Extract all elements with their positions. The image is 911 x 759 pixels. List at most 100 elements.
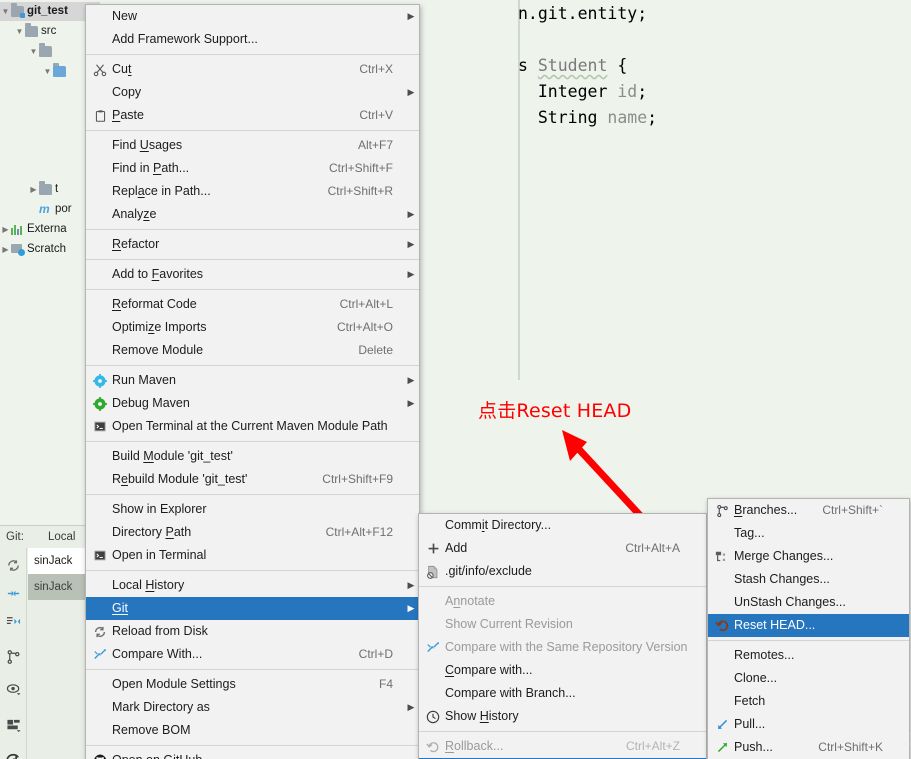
- menu-separator: [86, 365, 419, 366]
- chevron-down-icon[interactable]: ▼: [28, 42, 39, 61]
- menu-item-show-in-explorer[interactable]: Show in Explorer: [86, 498, 419, 521]
- menu-item-tag[interactable]: Tag...: [708, 522, 909, 545]
- tree-item-t[interactable]: ▶ t: [0, 180, 58, 199]
- menu-item-replace-in-path[interactable]: Replace in Path... Ctrl+Shift+R: [86, 180, 419, 203]
- menu-separator: [708, 640, 909, 641]
- plus-icon: [423, 542, 443, 555]
- tree-item-item[interactable]: ▼: [0, 62, 69, 81]
- menu-item-analyze[interactable]: Analyze ▶: [86, 203, 419, 226]
- menu-item-remove-bom[interactable]: Remove BOM: [86, 719, 419, 742]
- repository-submenu[interactable]: Branches... Ctrl+Shift+` Tag... Merge Chang…: [707, 498, 910, 759]
- tree-item-item[interactable]: ▼: [0, 42, 55, 61]
- menu-item-directory-path[interactable]: Directory Path Ctrl+Alt+F12: [86, 521, 419, 544]
- menu-separator: [86, 441, 419, 442]
- menu-separator: [86, 54, 419, 55]
- tree-item-src[interactable]: ▼ src: [0, 22, 56, 41]
- menu-item-reload-from-disk[interactable]: Reload from Disk: [86, 620, 419, 643]
- menu-item-label: Compare with...: [445, 663, 533, 677]
- eye-icon[interactable]: [0, 676, 27, 702]
- git-submenu[interactable]: Commit Directory... Add Ctrl+Alt+A .git/inf…: [418, 513, 707, 759]
- github-icon: [90, 754, 110, 759]
- tree-item-por[interactable]: m por: [0, 200, 72, 219]
- menu-item-merge-changes[interactable]: Merge Changes...: [708, 545, 909, 568]
- collapse-icon[interactable]: [0, 580, 27, 606]
- menu-item-commit-directory[interactable]: Commit Directory...: [419, 514, 706, 537]
- menu-item-reset-head[interactable]: Reset HEAD...: [708, 614, 909, 637]
- menu-item-label: Reset HEAD...: [734, 618, 816, 632]
- tree-item-scratch[interactable]: ▶ Scratch: [0, 240, 66, 259]
- menu-item-remove-module[interactable]: Remove Module Delete: [86, 339, 419, 362]
- menu-item-remotes[interactable]: Remotes...: [708, 644, 909, 667]
- menu-item-pull[interactable]: Pull...: [708, 713, 909, 736]
- submenu-arrow-icon: ▶: [407, 375, 415, 385]
- menu-item-refactor[interactable]: Refactor ▶: [86, 233, 419, 256]
- menu-item-shortcut: Ctrl+Alt+A: [625, 541, 680, 555]
- menu-item-find-usages[interactable]: Find Usages Alt+F7: [86, 134, 419, 157]
- menu-item-label: Merge Changes...: [734, 549, 834, 563]
- chevron-right-icon[interactable]: ▶: [0, 220, 11, 239]
- menu-item-git[interactable]: Git ▶: [86, 597, 419, 620]
- expand-all-icon[interactable]: [0, 608, 27, 634]
- maven-debug-icon: [90, 396, 110, 411]
- menu-item-open-in-terminal[interactable]: Open in Terminal: [86, 544, 419, 567]
- menu-item-shortcut: Ctrl+X: [359, 62, 393, 76]
- menu-item-compare-with-the-same-repository-version: Compare with the Same Repository Version: [419, 636, 706, 659]
- menu-item-clone[interactable]: Clone...: [708, 667, 909, 690]
- menu-item-paste[interactable]: Paste Ctrl+V: [86, 104, 419, 127]
- menu-item-label: Fetch: [734, 694, 766, 708]
- menu-item-show-history[interactable]: Show History: [419, 705, 706, 728]
- menu-item-fetch[interactable]: Fetch: [708, 690, 909, 713]
- menu-item-branches[interactable]: Branches... Ctrl+Shift+`: [708, 499, 909, 522]
- menu-item-unstash-changes[interactable]: UnStash Changes...: [708, 591, 909, 614]
- git-icon[interactable]: [0, 748, 27, 759]
- refresh-icon[interactable]: [0, 552, 27, 578]
- menu-item-compare-with[interactable]: Compare With... Ctrl+D: [86, 643, 419, 666]
- menu-item-add-to-favorites[interactable]: Add to Favorites ▶: [86, 263, 419, 286]
- tree-item-externa[interactable]: ▶ Externa: [0, 220, 67, 239]
- menu-item-mark-directory-as[interactable]: Mark Directory as ▶: [86, 696, 419, 719]
- menu-item-optimize-imports[interactable]: Optimize Imports Ctrl+Alt+O: [86, 316, 419, 339]
- chevron-down-icon[interactable]: ▼: [14, 22, 25, 41]
- menu-item-push[interactable]: Push... Ctrl+Shift+K: [708, 736, 909, 759]
- branch-icon[interactable]: [0, 644, 27, 670]
- menu-item-reformat-code[interactable]: Reformat Code Ctrl+Alt+L: [86, 293, 419, 316]
- menu-item-label: Directory Path: [112, 525, 192, 539]
- menu-item-git-info-exclude[interactable]: .git/info/exclude: [419, 560, 706, 583]
- layout-icon[interactable]: [0, 712, 27, 738]
- menu-item-copy[interactable]: Copy ▶: [86, 81, 419, 104]
- git-tab-local[interactable]: Local: [48, 526, 76, 548]
- menu-item-shortcut: F4: [378, 677, 393, 691]
- menu-item-compare-with[interactable]: Compare with...: [419, 659, 706, 682]
- menu-item-new[interactable]: New ▶: [86, 5, 419, 28]
- chevron-right-icon[interactable]: ▶: [0, 240, 11, 259]
- menu-item-add[interactable]: Add Ctrl+Alt+A: [419, 537, 706, 560]
- menu-item-label: Mark Directory as: [112, 700, 210, 714]
- menu-item-label: Push...: [734, 740, 773, 754]
- menu-item-debug-maven[interactable]: Debug Maven ▶: [86, 392, 419, 415]
- menu-item-label: Open Module Settings: [112, 677, 236, 691]
- menu-item-cut[interactable]: Cut Ctrl+X: [86, 58, 419, 81]
- chevron-right-icon[interactable]: ▶: [28, 180, 39, 199]
- menu-item-find-in-path[interactable]: Find in Path... Ctrl+Shift+F: [86, 157, 419, 180]
- menu-item-open-on-github[interactable]: Open on GitHub: [86, 749, 419, 759]
- menu-item-compare-with-branch[interactable]: Compare with Branch...: [419, 682, 706, 705]
- maven-icon: m: [39, 202, 50, 216]
- menu-item-run-maven[interactable]: Run Maven ▶: [86, 369, 419, 392]
- menu-item-stash-changes[interactable]: Stash Changes...: [708, 568, 909, 591]
- tree-item-label: src: [41, 25, 57, 37]
- project-context-menu[interactable]: New ▶ Add Framework Support... Cut Ctrl+X Cop…: [85, 4, 420, 759]
- menu-item-local-history[interactable]: Local History ▶: [86, 574, 419, 597]
- menu-item-build-module-git-test[interactable]: Build Module 'git_test': [86, 445, 419, 468]
- menu-item-label: Pull...: [734, 717, 766, 731]
- menu-separator: [86, 289, 419, 290]
- menu-item-add-framework-support[interactable]: Add Framework Support...: [86, 28, 419, 51]
- menu-item-open-module-settings[interactable]: Open Module Settings F4: [86, 673, 419, 696]
- compare-icon: [90, 648, 110, 662]
- terminal-icon: [90, 549, 110, 562]
- merge-icon: [712, 550, 732, 564]
- menu-separator: [419, 586, 706, 587]
- menu-item-open-terminal-at-the-current-maven-module-path[interactable]: Open Terminal at the Current Maven Modul…: [86, 415, 419, 438]
- chevron-down-icon[interactable]: ▼: [42, 62, 53, 81]
- chevron-down-icon[interactable]: ▼: [0, 2, 11, 21]
- menu-item-rebuild-module-git-test[interactable]: Rebuild Module 'git_test' Ctrl+Shift+F9: [86, 468, 419, 491]
